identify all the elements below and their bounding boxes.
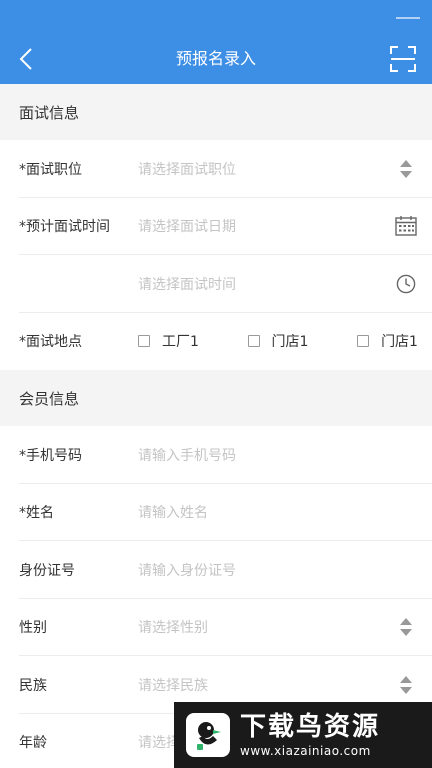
age-label: 年龄 — [19, 735, 47, 752]
interview-time-label: *预计面试时间 — [19, 219, 110, 236]
checkbox[interactable] — [138, 335, 150, 348]
bird-logo-icon — [186, 713, 230, 757]
watermark-title: 下载鸟资源 — [240, 712, 381, 742]
sort-arrows-icon — [394, 673, 418, 697]
gender-row[interactable]: 性别 请选择性别 — [0, 599, 432, 657]
id-number-input[interactable]: 请输入身份证号 — [138, 560, 418, 580]
interview-date-select[interactable]: 请选择面试日期 — [138, 216, 394, 236]
gender-select[interactable]: 请选择性别 — [138, 617, 394, 637]
interview-time-row[interactable]: 请选择面试时间 — [0, 255, 432, 313]
ethnicity-label: 民族 — [19, 677, 47, 694]
phone-row[interactable]: *手机号码 请输入手机号码 — [0, 426, 432, 484]
interview-location-label: *面试地点 — [19, 334, 82, 351]
interview-time-select[interactable]: 请选择面试时间 — [138, 274, 394, 294]
interview-date-row[interactable]: *预计面试时间 请选择面试日期 — [0, 198, 432, 256]
location-option-2[interactable]: 门店1 — [247, 331, 309, 351]
watermark-url: www.xiazainiao.com — [240, 744, 371, 758]
name-row[interactable]: *姓名 请输入姓名 — [0, 484, 432, 542]
ethnicity-select[interactable]: 请选择民族 — [138, 675, 394, 695]
interview-location-row: *面试地点 工厂1 门店1 门店1 — [0, 313, 432, 371]
location-option-label: 门店1 — [271, 334, 309, 351]
interview-position-label: *面试职位 — [19, 161, 82, 178]
location-option-3[interactable]: 门店1 — [357, 331, 418, 351]
interview-position-row[interactable]: *面试职位 请选择面试职位 — [0, 140, 432, 198]
watermark-text: 下载鸟资源 www.xiazainiao.com — [240, 711, 380, 759]
form-content: 面试信息 *面试职位 请选择面试职位 *预计面试时间 请选择面试日期 请选择面试… — [0, 84, 432, 768]
phone-input[interactable]: 请输入手机号码 — [138, 445, 418, 465]
interview-position-select[interactable]: 请选择面试职位 — [138, 159, 394, 179]
calendar-icon[interactable] — [394, 214, 418, 238]
sort-arrows-icon — [394, 157, 418, 181]
location-option-label: 工厂1 — [162, 334, 199, 351]
id-number-row[interactable]: 身份证号 请输入身份证号 — [0, 541, 432, 599]
sort-arrows-icon — [394, 615, 418, 639]
checkbox[interactable] — [247, 335, 260, 348]
name-input[interactable]: 请输入姓名 — [138, 502, 418, 522]
id-number-label: 身份证号 — [19, 562, 75, 579]
location-option-1[interactable]: 工厂1 — [138, 331, 199, 351]
checkbox[interactable] — [357, 335, 370, 348]
app-header: 预报名录入 — [0, 0, 432, 84]
page-title: 预报名录入 — [175, 49, 256, 68]
phone-label: *手机号码 — [19, 447, 82, 464]
location-option-label: 门店1 — [381, 334, 418, 351]
location-options: 工厂1 门店1 门店1 — [138, 331, 418, 351]
clock-icon[interactable] — [394, 272, 418, 296]
name-label: *姓名 — [19, 505, 54, 522]
gender-label: 性别 — [19, 620, 47, 637]
section-member-title: 会员信息 — [0, 370, 432, 426]
scan-button[interactable] — [390, 46, 416, 72]
section-interview-title: 面试信息 — [0, 84, 432, 140]
watermark-banner: 下载鸟资源 www.xiazainiao.com — [174, 702, 432, 768]
scan-icon — [390, 46, 416, 72]
status-indicator — [396, 17, 420, 19]
